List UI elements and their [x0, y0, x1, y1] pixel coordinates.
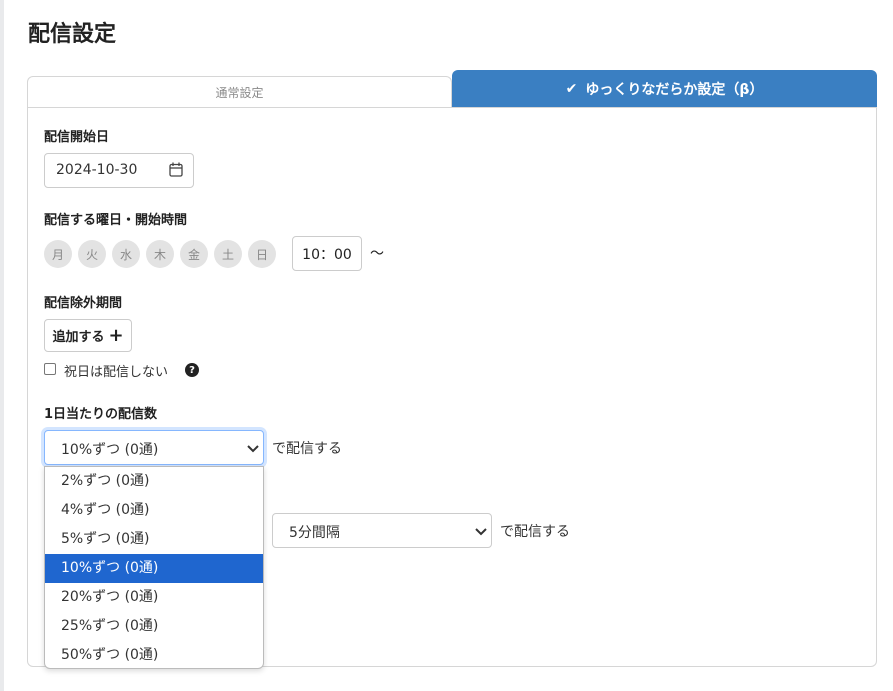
dropdown-option[interactable]: 5%ずつ (0通): [45, 525, 263, 554]
tab-gradual-settings[interactable]: ✔ ゆっくりなだらか設定（β）: [452, 70, 877, 107]
tab-normal-settings[interactable]: 通常設定: [27, 76, 452, 107]
weekday-sat[interactable]: 土: [214, 240, 242, 268]
start-date-value: 2024-10-30: [56, 162, 138, 178]
start-time-input[interactable]: 10：00: [292, 236, 362, 271]
check-icon: ✔: [565, 80, 578, 97]
help-icon[interactable]: ?: [185, 363, 199, 377]
daily-count-dropdown: 2%ずつ (0通) 4%ずつ (0通) 5%ずつ (0通) 10%ずつ (0通)…: [44, 466, 264, 669]
daily-count-select[interactable]: 10%ずつ (0通): [44, 430, 264, 465]
time-range-tilde: 〜: [370, 246, 384, 262]
page: 配信設定 通常設定 ✔ ゆっくりなだらか設定（β） 配信開始日 2024-10-…: [0, 0, 893, 691]
add-exclusion-label: 追加する: [52, 330, 105, 345]
calendar-icon[interactable]: [169, 162, 183, 177]
dropdown-option[interactable]: 4%ずつ (0通): [45, 496, 263, 525]
plus-icon: +: [108, 324, 124, 346]
dropdown-option[interactable]: 25%ずつ (0通): [45, 612, 263, 641]
start-date-label: 配信開始日: [44, 130, 110, 145]
interval-suffix: で配信する: [500, 524, 570, 540]
weekday-tue[interactable]: 火: [78, 240, 106, 268]
tab-bar: 通常設定 ✔ ゆっくりなだらか設定（β）: [27, 70, 877, 108]
left-edge: [0, 0, 4, 691]
weekday-selector: 月 火 水 木 金 土 日: [44, 240, 276, 268]
exclusion-label: 配信除外期間: [44, 296, 123, 311]
page-title: 配信設定: [28, 22, 117, 47]
dropdown-option[interactable]: 2%ずつ (0通): [45, 467, 263, 496]
holiday-checkbox[interactable]: [44, 363, 56, 375]
holiday-checkbox-label[interactable]: 祝日は配信しない: [64, 361, 168, 380]
add-exclusion-button[interactable]: 追加する +: [44, 319, 132, 352]
daily-count-label: 1日当たりの配信数: [44, 407, 158, 422]
daily-count-selected: 10%ずつ (0通): [61, 442, 159, 458]
interval-selected: 5分間隔: [289, 525, 340, 541]
weekday-sun[interactable]: 日: [248, 240, 276, 268]
chevron-down-icon: [475, 528, 487, 536]
weekday-thu[interactable]: 木: [146, 240, 174, 268]
chevron-down-icon: [247, 445, 259, 453]
start-date-input[interactable]: 2024-10-30: [44, 153, 194, 188]
dropdown-option-selected[interactable]: 10%ずつ (0通): [45, 554, 263, 583]
daily-count-suffix: で配信する: [272, 441, 342, 457]
tab-gradual-settings-label: ゆっくりなだらか設定（β）: [585, 81, 764, 98]
schedule-label: 配信する曜日・開始時間: [44, 213, 188, 228]
dropdown-option[interactable]: 50%ずつ (0通): [45, 641, 263, 668]
interval-select[interactable]: 5分間隔: [272, 513, 492, 548]
weekday-fri[interactable]: 金: [180, 240, 208, 268]
weekday-wed[interactable]: 水: [112, 240, 140, 268]
tab-normal-settings-label: 通常設定: [215, 85, 264, 100]
weekday-mon[interactable]: 月: [44, 240, 72, 268]
dropdown-option[interactable]: 20%ずつ (0通): [45, 583, 263, 612]
